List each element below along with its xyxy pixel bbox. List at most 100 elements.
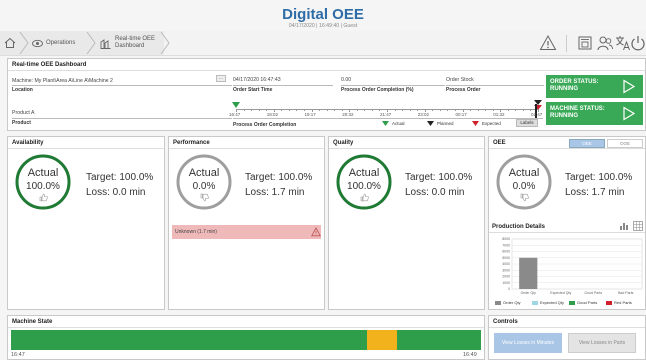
machine-state-segment[interactable] <box>396 330 481 350</box>
chart-y-tick-label: 4000 <box>502 262 510 266</box>
performance-actual-label: Actual <box>188 167 220 179</box>
performance-loss-alert[interactable]: Unknown (1.7 min) <box>172 225 321 239</box>
warning-icon <box>539 34 557 50</box>
product-underline <box>12 118 232 119</box>
title-divider <box>489 327 645 328</box>
order-status-box[interactable]: ORDER STATUS: RUNNING <box>546 75 643 98</box>
product-value: Product A <box>12 110 35 116</box>
oee-toggle-ooe[interactable]: OOE <box>607 139 643 148</box>
timeline-tick <box>530 109 532 111</box>
thumbs-down-icon <box>520 193 529 202</box>
performance-actual-value: 0.0% <box>192 181 216 192</box>
timeline-tick <box>319 109 321 111</box>
availability-actual-value: 100.0% <box>26 181 60 192</box>
performance-target: Target: 100.0% <box>245 172 313 183</box>
machine-state-bar[interactable] <box>11 330 481 350</box>
breadcrumb-operations-label: Operations <box>46 39 76 46</box>
legend-swatch <box>532 300 538 305</box>
oee-toggle-oee[interactable]: OEE <box>569 139 605 148</box>
timeline-tick-label: 02:47 <box>531 112 543 117</box>
title-divider <box>8 148 164 149</box>
title-divider <box>8 327 484 328</box>
breadcrumb-dashboard-line2: Dashboard <box>115 43 145 49</box>
dashboard-icon <box>100 38 111 49</box>
breadcrumb-dashboard-line1: Real-time OEE <box>115 36 156 42</box>
performance-title: Performance <box>173 140 210 146</box>
chart-y-tick-label: 0 <box>508 287 510 291</box>
timeline-tick-label: 01:32 <box>493 112 505 117</box>
eye-icon <box>32 39 43 47</box>
play-icon <box>623 79 636 94</box>
chart-y-tick-label: 5000 <box>502 256 510 260</box>
legend-planned: Planned <box>427 121 454 126</box>
machine-status-box[interactable]: MACHINE STATUS: RUNNING <box>546 102 643 125</box>
title-divider <box>8 70 645 71</box>
availability-loss: Loss: 0.0 min <box>86 187 146 198</box>
order-label: Process Order <box>446 87 481 93</box>
completion-label: Process Order Completion (%) <box>341 87 414 93</box>
machine-state-segment[interactable] <box>366 330 397 350</box>
timeline-tick <box>492 109 494 111</box>
timeline-tick-label: 16:47 <box>229 112 241 117</box>
machine-state-end: 16:49 <box>463 352 477 358</box>
legend-label: Order Qty <box>503 300 521 305</box>
timeline-tick <box>364 109 366 111</box>
legend-label: Red Parts <box>614 300 632 305</box>
machine-state-title: Machine State <box>12 319 53 325</box>
timeline-tick <box>507 109 509 111</box>
chart-y-tick-label: 2000 <box>502 275 510 279</box>
users-icon <box>597 36 613 51</box>
breadcrumb-dashboard[interactable]: Real-time OEE Dashboard <box>100 31 164 55</box>
production-legend-item: Good Parts <box>569 300 597 305</box>
actual-marker-icon <box>232 102 240 108</box>
timeline-tick <box>477 109 479 111</box>
product-label: Product <box>12 120 31 126</box>
production-chart: 8000 7000 6000 5000 4000 3000 2000 1000 0 Order Q… <box>502 237 643 295</box>
timeline-tick <box>251 109 253 111</box>
legend-label: Expected Qty <box>540 300 565 305</box>
view-losses-parts-button[interactable]: View Losses in Parts <box>568 333 636 353</box>
thumbs-down-icon <box>200 193 209 202</box>
breadcrumb-operations[interactable]: Operations <box>32 31 90 55</box>
chart-y-tick-label: 8000 <box>502 237 510 241</box>
legend-swatch <box>606 300 612 305</box>
warning-icon <box>311 227 321 237</box>
power-button[interactable] <box>630 34 646 52</box>
quality-loss: Loss: 0.0 min <box>405 187 465 198</box>
labels-button[interactable]: Labels <box>516 119 538 127</box>
order-start-underline <box>233 85 333 86</box>
machine-state-segment[interactable] <box>11 330 367 350</box>
timeline-tick-label: 00:17 <box>455 112 467 117</box>
oee-title: OEE <box>493 140 506 146</box>
oee-actual-value: 0.0% <box>512 181 536 192</box>
timeline-tick <box>522 109 524 111</box>
legend-planned-icon <box>427 121 434 126</box>
grid-view-icon[interactable] <box>633 221 643 231</box>
order-value: Order Stock <box>446 77 474 83</box>
home-button[interactable] <box>4 31 18 55</box>
report-button[interactable] <box>576 34 594 52</box>
availability-title: Availability <box>12 140 44 146</box>
chart-x-tick-label: Order Qty <box>521 291 537 295</box>
location-picker-button[interactable]: ... <box>216 75 226 82</box>
timeline-tick <box>447 109 449 111</box>
view-losses-minutes-button[interactable]: View Losses in Minutes <box>494 333 562 353</box>
performance-loss: Loss: 1.7 min <box>245 187 305 198</box>
chart-y-tick-label: 3000 <box>502 268 510 272</box>
users-button[interactable] <box>596 34 614 52</box>
alerts-button[interactable] <box>539 34 557 52</box>
legend-swatch <box>495 300 501 305</box>
bar-chart-icon[interactable] <box>619 221 629 231</box>
timeline-tick <box>281 109 283 111</box>
quality-panel: Quality Actual 100.0% Target: 100.0% Los… <box>328 136 485 310</box>
timeline-tick <box>454 109 456 111</box>
timeline-tick <box>515 109 517 111</box>
timeline-tick <box>296 109 298 111</box>
machine-status-value: RUNNING <box>550 113 578 119</box>
order-info-panel: Real-time OEE Dashboard Machine: My Plan… <box>7 58 646 131</box>
chart-x-tick-label: Expected Qty <box>550 291 571 295</box>
order-status-title: ORDER STATUS: <box>550 79 599 85</box>
breadcrumb-separator-icon <box>160 32 170 54</box>
machine-state-panel: Machine State 16:47 16:49 <box>7 315 485 360</box>
power-icon <box>631 36 645 51</box>
